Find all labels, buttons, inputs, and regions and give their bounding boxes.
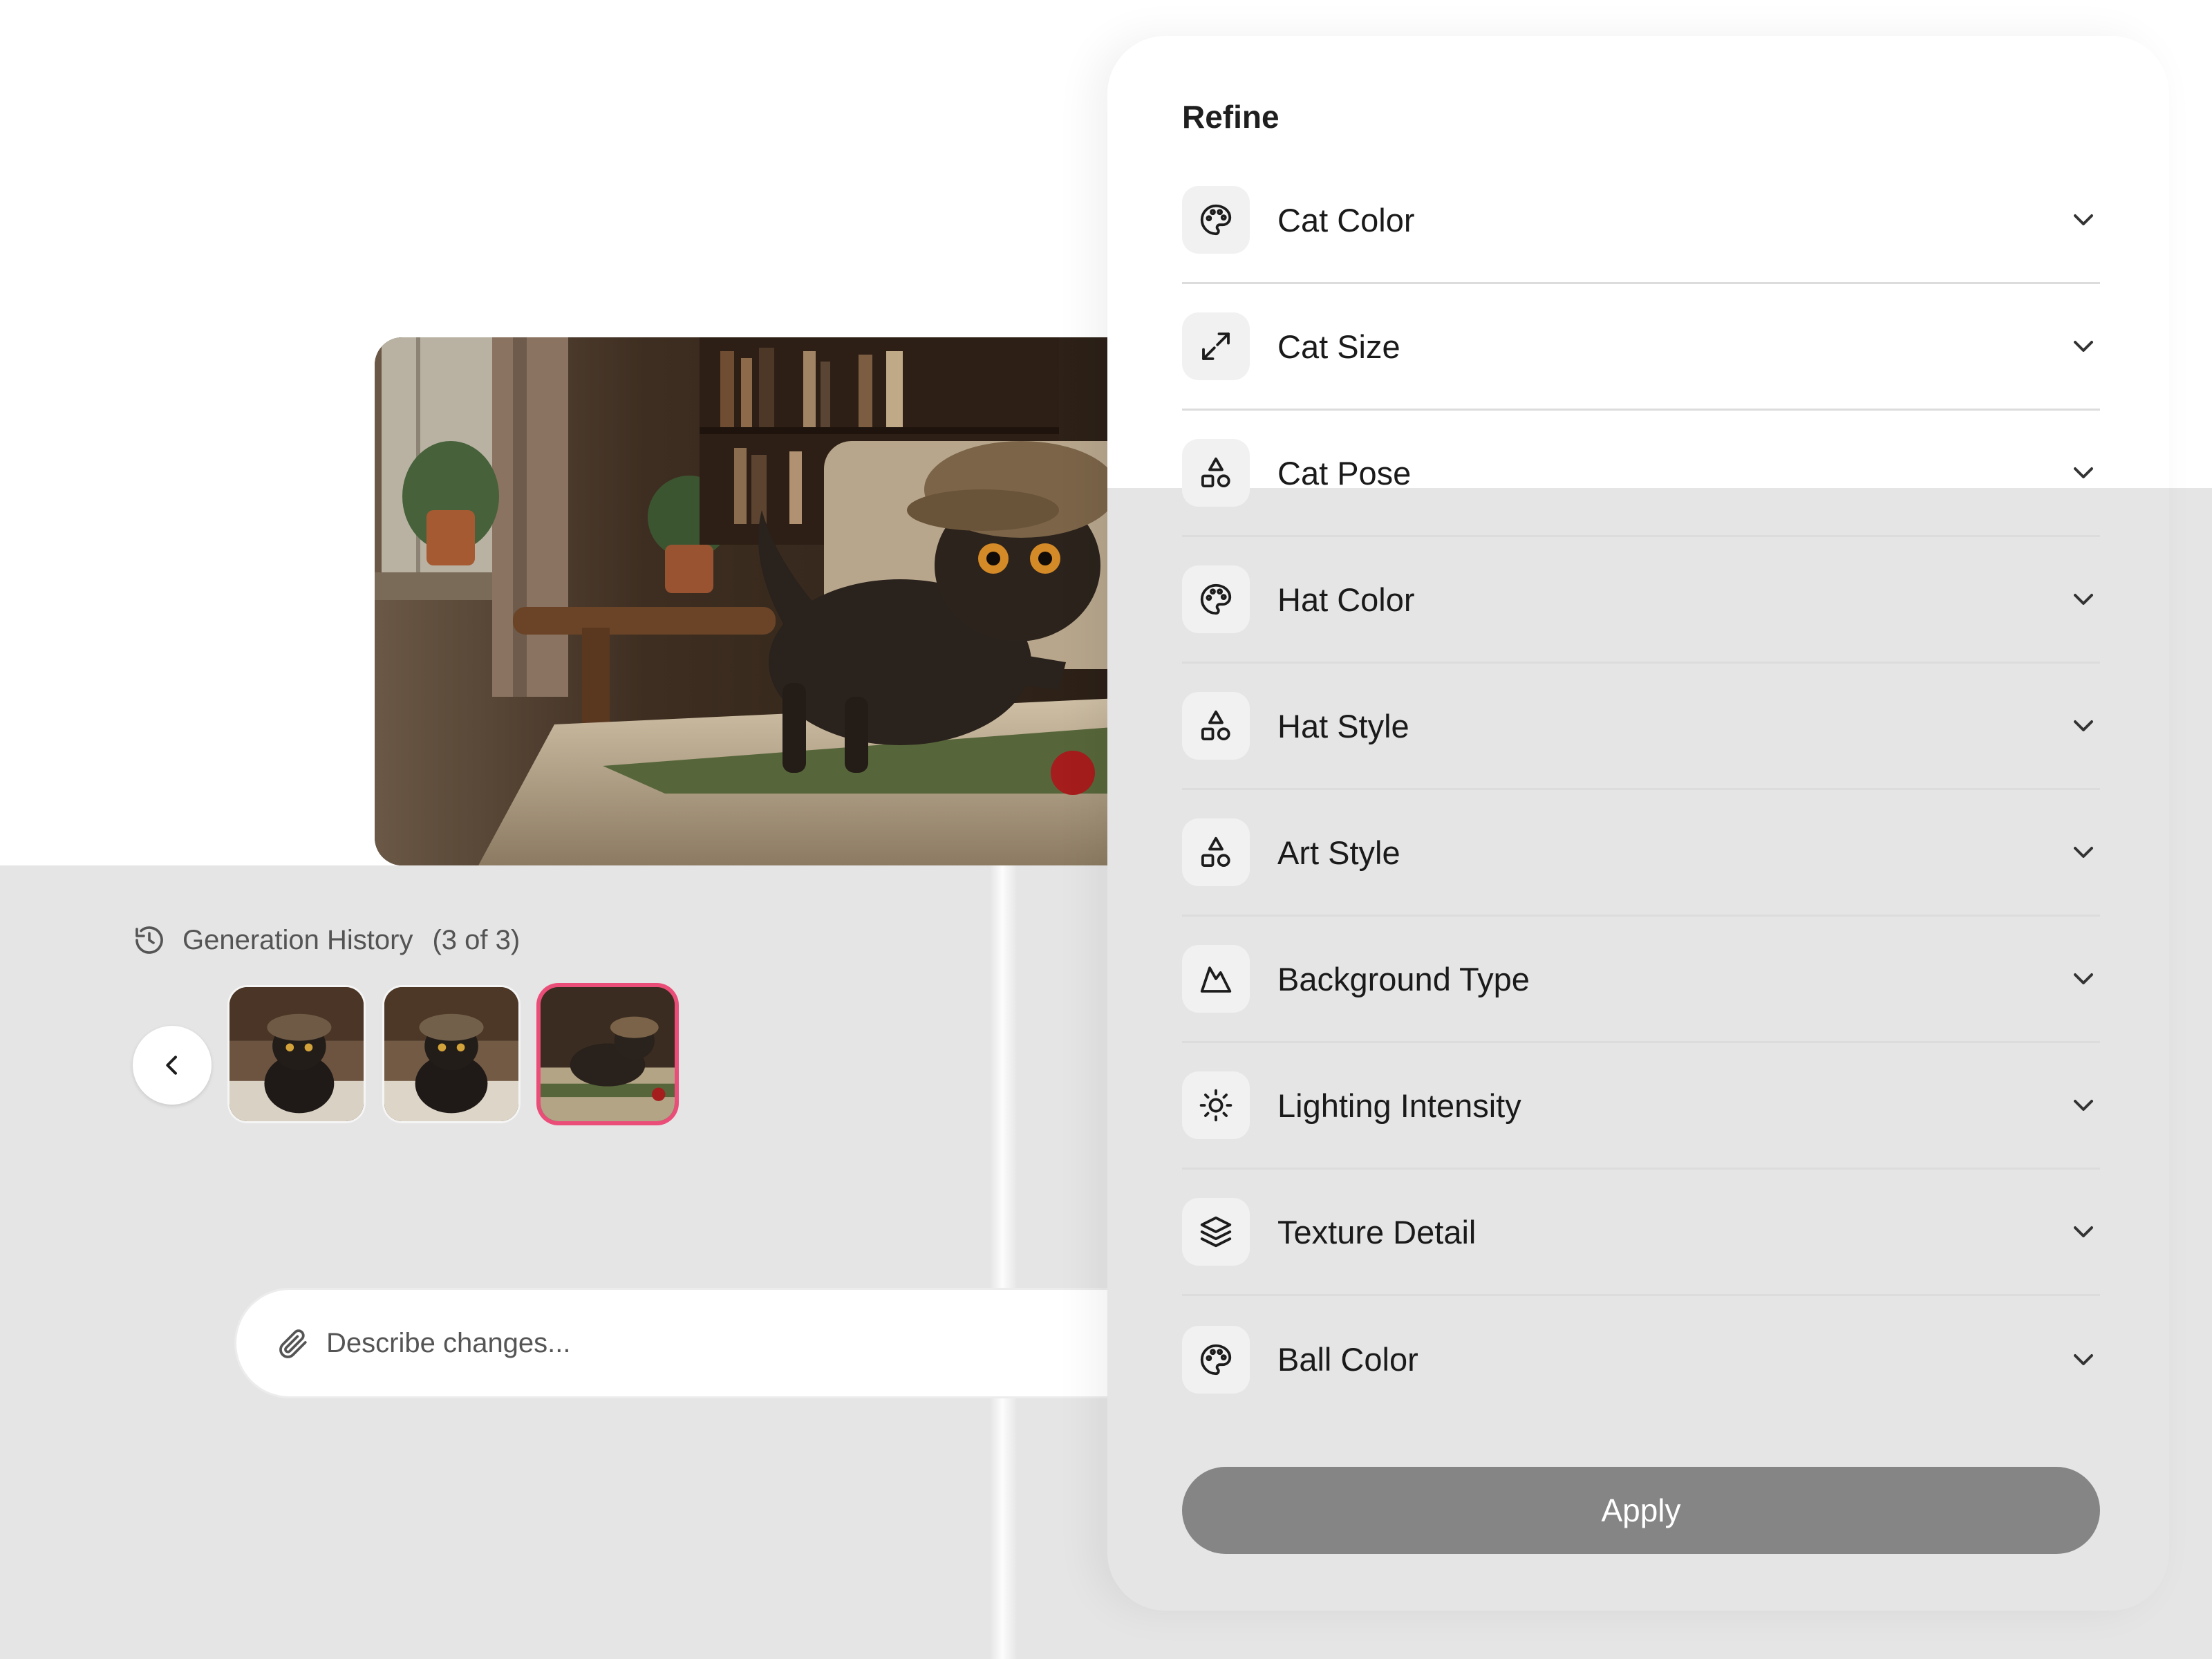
palette-icon bbox=[1200, 583, 1232, 615]
chevron-down-icon bbox=[2074, 847, 2093, 858]
dim-overlay-left bbox=[0, 865, 1107, 1659]
refine-option-cat-size[interactable]: Cat Size bbox=[1182, 284, 2100, 411]
history-thumbnail-2[interactable] bbox=[384, 987, 518, 1121]
mountain-icon bbox=[1200, 966, 1232, 993]
history-icon bbox=[135, 926, 163, 954]
history-count: (3 of 3) bbox=[432, 924, 521, 955]
refine-option-label: Texture Detail bbox=[1277, 1213, 1477, 1250]
brush-streak bbox=[990, 865, 1018, 1659]
refine-option-label: Background Type bbox=[1277, 960, 1530, 997]
refine-panel: Refine Cat Color Cat Size Cat Pose Hat C… bbox=[1107, 36, 2169, 1611]
history-prev-button[interactable] bbox=[133, 1026, 212, 1105]
chevron-down-icon bbox=[2074, 973, 2093, 984]
generated-image bbox=[375, 337, 1149, 865]
refine-option-hat-color[interactable]: Hat Color bbox=[1182, 537, 2100, 664]
sun-icon bbox=[1199, 1089, 1232, 1122]
chevron-left-icon bbox=[166, 1056, 177, 1075]
chevron-down-icon bbox=[2074, 1353, 2093, 1365]
refine-option-lighting-intensity[interactable]: Lighting Intensity bbox=[1182, 1043, 2100, 1170]
refine-option-label: Ball Color bbox=[1277, 1341, 1418, 1378]
chevron-down-icon bbox=[2074, 1100, 2093, 1111]
chevron-down-icon bbox=[2074, 1226, 2093, 1237]
shapes-icon bbox=[1201, 457, 1230, 488]
history-header: Generation History (3 of 3) bbox=[133, 919, 520, 961]
history-thumbnail-3[interactable] bbox=[541, 987, 675, 1121]
chevron-down-icon bbox=[2074, 341, 2093, 352]
chevron-down-icon bbox=[2074, 214, 2093, 225]
expand-icon bbox=[1202, 332, 1230, 360]
refine-option-label: Cat Pose bbox=[1277, 454, 1412, 491]
refine-options-list: Cat Color Cat Size Cat Pose Hat Color Ha… bbox=[1182, 158, 2100, 1423]
refine-option-background-type[interactable]: Background Type bbox=[1182, 917, 2100, 1043]
refine-option-hat-style[interactable]: Hat Style bbox=[1182, 664, 2100, 790]
refine-option-art-style[interactable]: Art Style bbox=[1182, 790, 2100, 917]
history-title: Generation History bbox=[182, 924, 413, 955]
refine-title: Refine bbox=[1182, 99, 1280, 135]
apply-button[interactable]: Apply bbox=[1182, 1467, 2100, 1554]
shapes-icon bbox=[1201, 836, 1230, 868]
refine-option-ball-color[interactable]: Ball Color bbox=[1182, 1296, 2100, 1423]
refine-option-label: Hat Color bbox=[1277, 581, 1415, 618]
palette-icon bbox=[1200, 204, 1232, 236]
history-thumbnail-1[interactable] bbox=[229, 987, 364, 1121]
refine-option-label: Lighting Intensity bbox=[1277, 1087, 1521, 1124]
palette-icon bbox=[1200, 1344, 1232, 1375]
chevron-down-icon bbox=[2074, 720, 2093, 731]
chevron-down-icon bbox=[2074, 594, 2093, 605]
refine-option-label: Cat Color bbox=[1277, 201, 1415, 238]
refine-option-texture-detail[interactable]: Texture Detail bbox=[1182, 1170, 2100, 1296]
refine-option-label: Cat Size bbox=[1277, 328, 1400, 365]
refine-option-label: Hat Style bbox=[1277, 707, 1409, 744]
refine-option-cat-pose[interactable]: Cat Pose bbox=[1182, 411, 2100, 537]
paperclip-icon[interactable] bbox=[275, 1326, 310, 1360]
refine-option-cat-color[interactable]: Cat Color bbox=[1182, 158, 2100, 284]
chevron-down-icon bbox=[2074, 467, 2093, 478]
layers-icon bbox=[1200, 1216, 1232, 1248]
prompt-bar bbox=[236, 1290, 1128, 1396]
refine-option-label: Art Style bbox=[1277, 834, 1400, 871]
shapes-icon bbox=[1201, 710, 1230, 741]
prompt-input[interactable] bbox=[325, 1327, 950, 1360]
